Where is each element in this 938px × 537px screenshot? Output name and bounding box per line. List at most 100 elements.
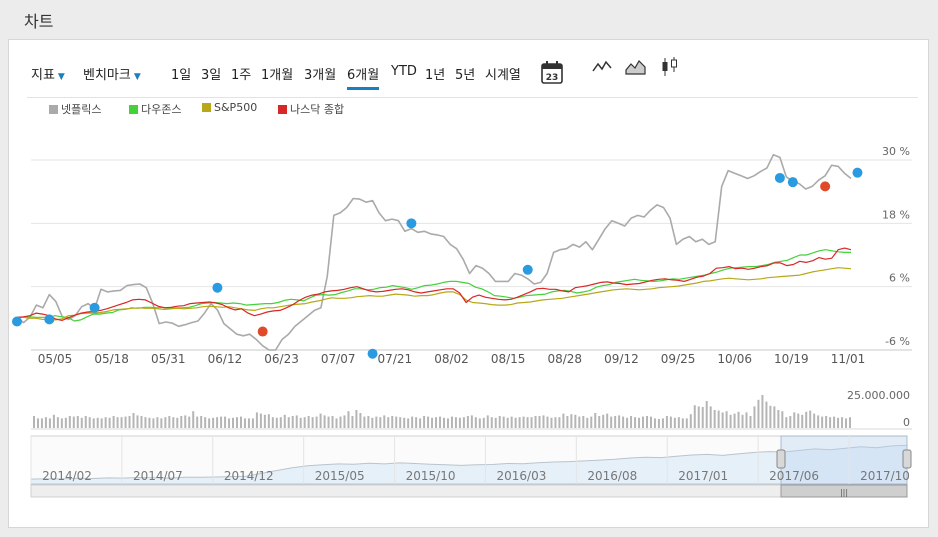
volume-bar [172, 417, 175, 428]
volume-bar [510, 416, 513, 428]
volume-bar [681, 418, 684, 428]
volume-bar [638, 417, 641, 428]
volume-bar [470, 415, 473, 428]
volume-bar [403, 417, 406, 428]
volume-bar [618, 415, 621, 428]
event-marker[interactable] [367, 348, 378, 359]
volume-bar [450, 416, 453, 428]
volume-bar [606, 413, 609, 428]
navigator-left-handle[interactable] [776, 449, 786, 469]
volume-bar [809, 410, 812, 428]
event-marker[interactable] [406, 218, 417, 229]
y-tick-label: -6 % [885, 335, 910, 348]
volume-bar [120, 417, 123, 428]
volume-bar [423, 416, 426, 428]
volume-bar [745, 412, 748, 428]
event-marker[interactable] [257, 326, 268, 337]
volume-bar [642, 416, 645, 428]
navigator[interactable]: 2014/02 2014/07 2014/12 2015/05 2015/10 2016/… [30, 435, 912, 498]
volume-bar [164, 417, 167, 428]
navigator-tick-label: 2015/10 [406, 469, 456, 483]
volume-bar [315, 416, 318, 428]
volume-bar [116, 417, 119, 428]
series-lines [16, 153, 852, 351]
volume-bar [52, 414, 55, 428]
volume-bar [128, 416, 131, 428]
volume-bar [845, 418, 848, 428]
volume-bar [208, 418, 211, 428]
volume-bar [709, 406, 712, 428]
volume-bar [40, 418, 43, 428]
volume-bar [275, 417, 278, 428]
volume-bar [168, 416, 171, 428]
event-marker[interactable] [787, 177, 798, 188]
volume-bar [96, 417, 99, 428]
volume-bar [777, 410, 780, 428]
volume-bar [212, 417, 215, 428]
volume-tick-label: 0 [903, 416, 910, 429]
chart-canvas[interactable]: 30 % 18 % 6 % -6 % 05/05 05/18 05/31 06/12 06/2… [9, 40, 930, 529]
volume-bar [399, 417, 402, 428]
volume-bar [737, 411, 740, 428]
volume-bar [236, 417, 239, 428]
event-markers[interactable] [12, 167, 863, 359]
volume-bar [849, 417, 851, 428]
volume-bar [733, 413, 736, 428]
scrollbar-track[interactable] [30, 484, 908, 498]
volume-bar [598, 416, 601, 428]
volume-bar [630, 416, 633, 428]
volume-bar [343, 415, 346, 428]
volume-bar [442, 417, 445, 428]
event-marker[interactable] [774, 172, 785, 183]
volume-bar [112, 416, 115, 428]
volume-bar [140, 416, 143, 428]
event-marker[interactable] [44, 314, 55, 325]
event-marker[interactable] [852, 167, 863, 178]
volume-bar [243, 418, 246, 428]
volume-bar [498, 416, 501, 428]
volume-bar [717, 410, 720, 428]
navigator-tick-label: 2017/06 [769, 469, 819, 483]
volume-bar [144, 417, 147, 428]
volume-bar [582, 416, 585, 428]
volume-bar [200, 416, 203, 428]
volume-bar [653, 418, 656, 428]
volume-bar [701, 407, 704, 428]
volume-bar [44, 417, 47, 428]
volume-bar [60, 418, 63, 428]
navigator-tick-label: 2016/03 [497, 469, 547, 483]
volume-bar [697, 406, 700, 428]
volume-bar [359, 413, 362, 428]
volume-bar [657, 419, 660, 428]
volume-bar [184, 415, 187, 428]
volume-bar [821, 416, 824, 428]
volume-bar [104, 417, 107, 428]
volume-bar [415, 417, 418, 428]
volume-bar [196, 416, 199, 428]
volume-bar [220, 416, 223, 428]
volume-bar [590, 416, 593, 428]
volume-bar [705, 401, 708, 428]
volume-bar [259, 413, 262, 428]
volume-bar [749, 416, 752, 428]
volume-bar [558, 417, 561, 428]
x-tick-label: 05/18 [94, 352, 129, 366]
volume-bar [785, 417, 788, 428]
volume-bar [626, 417, 629, 428]
navigator-right-handle[interactable] [902, 449, 912, 469]
series-line-0 [16, 153, 852, 351]
event-marker[interactable] [212, 282, 223, 293]
event-marker[interactable] [522, 264, 533, 275]
volume-bar [255, 412, 258, 428]
volume-bar [371, 417, 374, 428]
volume-tick-label: 25.000.000 [847, 389, 910, 402]
volume-bar [610, 416, 613, 428]
volume-bar [76, 416, 79, 428]
event-marker[interactable] [12, 316, 22, 327]
volume-bar [279, 417, 282, 428]
x-tick-label: 05/05 [38, 352, 73, 366]
event-marker[interactable] [89, 302, 100, 313]
volume-bar [761, 395, 764, 428]
volume-bar [542, 415, 545, 428]
event-marker[interactable] [820, 181, 831, 192]
